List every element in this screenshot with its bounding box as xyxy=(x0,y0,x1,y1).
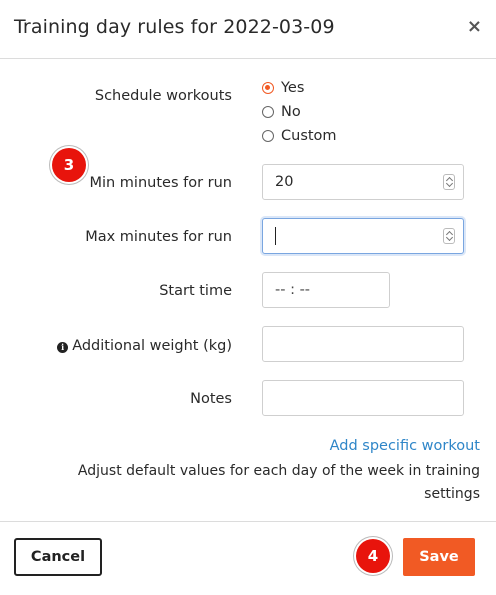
info-circle-icon[interactable]: i xyxy=(57,342,69,353)
additional-weight-input[interactable] xyxy=(262,326,464,362)
dialog-footer-divider xyxy=(0,521,496,522)
radio-no-label: No xyxy=(281,104,301,120)
notes-label: Notes xyxy=(190,391,232,407)
dialog-title: Training day rules for 2022-03-09 xyxy=(14,16,335,38)
min-minutes-value: 20 xyxy=(275,174,294,190)
close-icon[interactable]: × xyxy=(467,17,482,37)
max-minutes-spinner[interactable] xyxy=(443,228,455,244)
add-specific-workout-link[interactable]: Add specific workout xyxy=(330,438,480,454)
schedule-workouts-label: Schedule workouts xyxy=(94,88,232,104)
radio-custom-indicator[interactable] xyxy=(262,130,274,142)
max-minutes-input[interactable] xyxy=(262,218,464,254)
additional-weight-label: Additional weight (kg) xyxy=(72,338,232,354)
step-badge-3: 3 xyxy=(52,148,86,182)
radio-yes[interactable]: Yes xyxy=(262,78,304,98)
max-minutes-label: Max minutes for run xyxy=(85,229,232,245)
radio-no-indicator[interactable] xyxy=(262,106,274,118)
radio-custom[interactable]: Custom xyxy=(262,126,337,146)
radio-yes-indicator[interactable] xyxy=(262,82,274,94)
start-time-placeholder: -- : -- xyxy=(275,282,311,298)
notes-input[interactable] xyxy=(262,380,464,416)
text-caret xyxy=(275,227,276,245)
min-minutes-input[interactable]: 20 xyxy=(262,164,464,200)
radio-no[interactable]: No xyxy=(262,102,301,122)
dialog-header: Training day rules for 2022-03-09 × xyxy=(0,0,496,59)
start-time-input[interactable]: -- : -- xyxy=(262,272,390,308)
step-badge-4: 4 xyxy=(356,539,390,573)
cancel-button[interactable]: Cancel xyxy=(14,538,102,576)
help-text: Adjust default values for each day of th… xyxy=(77,463,480,502)
additional-weight-label-row: i Additional weight (kg) xyxy=(57,338,232,354)
radio-custom-label: Custom xyxy=(281,128,337,144)
min-minutes-label: Min minutes for run xyxy=(89,175,232,191)
save-button[interactable]: Save xyxy=(403,538,475,576)
min-minutes-spinner[interactable] xyxy=(443,174,455,190)
radio-yes-label: Yes xyxy=(281,80,305,96)
start-time-label: Start time xyxy=(159,283,232,299)
